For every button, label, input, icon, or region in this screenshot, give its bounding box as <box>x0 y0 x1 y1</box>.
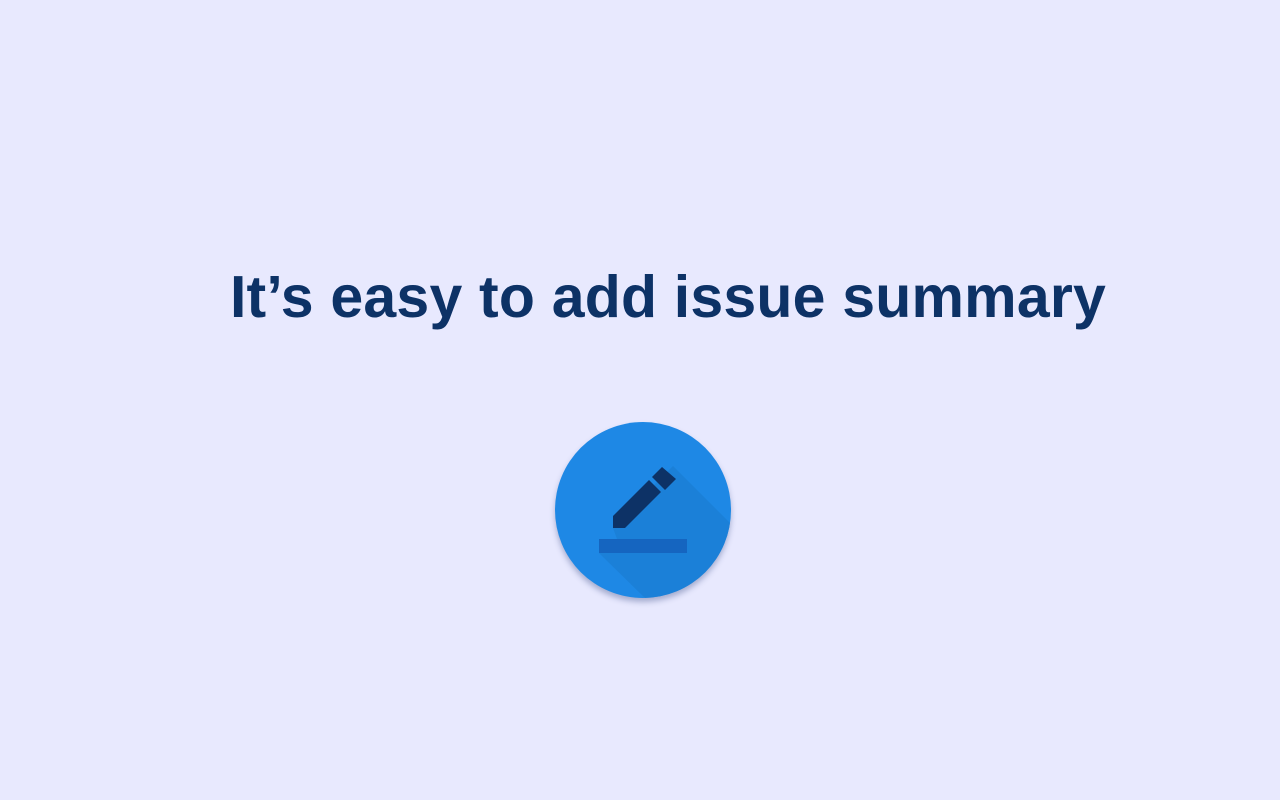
edit-pencil-icon <box>599 466 731 598</box>
edit-badge <box>555 422 731 598</box>
headline: It’s easy to add issue summary <box>229 264 1107 330</box>
